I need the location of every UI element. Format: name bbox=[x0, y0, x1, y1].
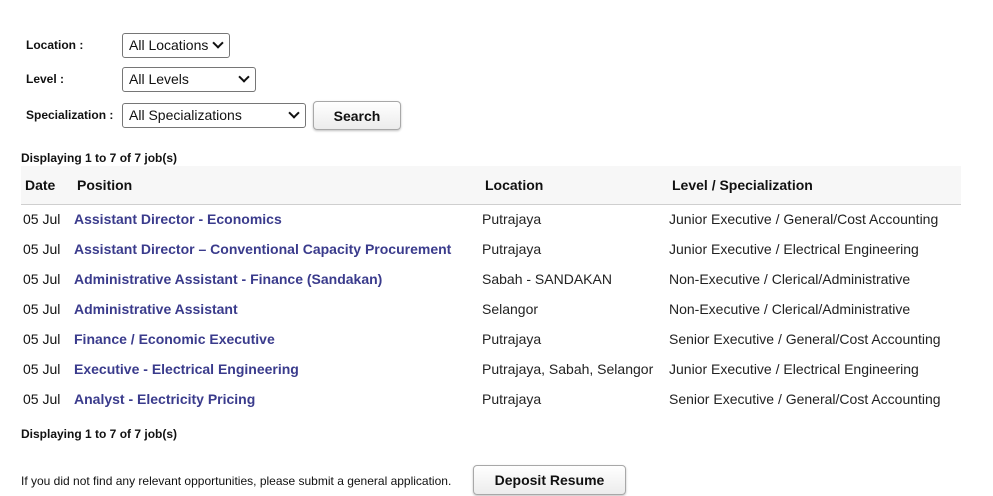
job-location: Putrajaya bbox=[482, 331, 542, 347]
chevron-down-icon bbox=[288, 107, 300, 119]
job-level-specialization: Junior Executive / Electrical Engineerin… bbox=[669, 241, 919, 257]
job-date: 05 Jul bbox=[23, 391, 61, 407]
job-date: 05 Jul bbox=[23, 241, 61, 257]
job-location: Selangor bbox=[482, 301, 539, 317]
chevron-down-icon bbox=[238, 71, 250, 83]
table-row: 05 Jul Assistant Director – Conventional … bbox=[21, 234, 961, 264]
table-row: 05 Jul Administrative Assistant Selangor No… bbox=[21, 294, 961, 324]
specialization-select[interactable]: All Specializations bbox=[122, 103, 306, 128]
location-select[interactable]: All Locations bbox=[122, 33, 230, 58]
job-position-link[interactable]: Finance / Economic Executive bbox=[74, 331, 275, 347]
chevron-down-icon bbox=[212, 37, 224, 49]
level-label: Level : bbox=[26, 72, 65, 86]
column-header-position: Position bbox=[77, 177, 133, 193]
results-count-top: Displaying 1 to 7 of 7 job(s) bbox=[21, 151, 178, 165]
search-button[interactable]: Search bbox=[313, 101, 401, 130]
location-select-value: All Locations bbox=[129, 37, 209, 53]
job-location: Putrajaya, Sabah, Selangor bbox=[482, 361, 654, 377]
table-row: 05 Jul Analyst - Electricity Pricing Putra… bbox=[21, 384, 961, 414]
job-location: Sabah - SANDAKAN bbox=[482, 271, 612, 287]
deposit-resume-button[interactable]: Deposit Resume bbox=[473, 465, 626, 495]
job-position-link[interactable]: Assistant Director - Economics bbox=[74, 211, 282, 227]
job-position-link[interactable]: Administrative Assistant bbox=[74, 301, 238, 317]
job-location: Putrajaya bbox=[482, 391, 542, 407]
results-count-bottom: Displaying 1 to 7 of 7 job(s) bbox=[21, 427, 178, 441]
general-application-note: If you did not find any relevant opportu… bbox=[21, 474, 452, 488]
table-header: Date Position Location Level / Specializ… bbox=[21, 166, 961, 205]
job-level-specialization: Non-Executive / Clerical/Administrative bbox=[669, 301, 911, 317]
column-header-level: Level / Specialization bbox=[672, 177, 813, 193]
job-date: 05 Jul bbox=[23, 361, 61, 377]
job-location: Putrajaya bbox=[482, 211, 542, 227]
job-date: 05 Jul bbox=[23, 271, 61, 287]
column-header-location: Location bbox=[485, 177, 544, 193]
job-date: 05 Jul bbox=[23, 211, 61, 227]
specialization-select-value: All Specializations bbox=[129, 107, 242, 123]
job-date: 05 Jul bbox=[23, 331, 61, 347]
job-level-specialization: Junior Executive / Electrical Engineerin… bbox=[669, 361, 919, 377]
job-location: Putrajaya bbox=[482, 241, 542, 257]
table-row: 05 Jul Assistant Director - Economics Putr… bbox=[21, 204, 961, 234]
job-date: 05 Jul bbox=[23, 301, 61, 317]
job-position-link[interactable]: Administrative Assistant - Finance (Sand… bbox=[74, 271, 382, 287]
column-header-date: Date bbox=[25, 177, 56, 193]
table-row: 05 Jul Administrative Assistant - Finance… bbox=[21, 264, 961, 294]
table-row: 05 Jul Executive - Electrical Engineering… bbox=[21, 354, 961, 384]
table-row: 05 Jul Finance / Economic Executive Putraj… bbox=[21, 324, 961, 354]
job-position-link[interactable]: Analyst - Electricity Pricing bbox=[74, 391, 255, 407]
level-select[interactable]: All Levels bbox=[122, 67, 256, 92]
job-level-specialization: Junior Executive / General/Cost Accounti… bbox=[669, 211, 939, 227]
job-level-specialization: Senior Executive / General/Cost Accounti… bbox=[669, 391, 941, 407]
level-select-value: All Levels bbox=[129, 71, 189, 87]
location-label: Location : bbox=[26, 38, 84, 52]
job-position-link[interactable]: Assistant Director – Conventional Capaci… bbox=[74, 241, 451, 257]
job-level-specialization: Senior Executive / General/Cost Accounti… bbox=[669, 331, 941, 347]
specialization-label: Specialization : bbox=[26, 108, 114, 122]
job-position-link[interactable]: Executive - Electrical Engineering bbox=[74, 361, 299, 377]
job-level-specialization: Non-Executive / Clerical/Administrative bbox=[669, 271, 911, 287]
